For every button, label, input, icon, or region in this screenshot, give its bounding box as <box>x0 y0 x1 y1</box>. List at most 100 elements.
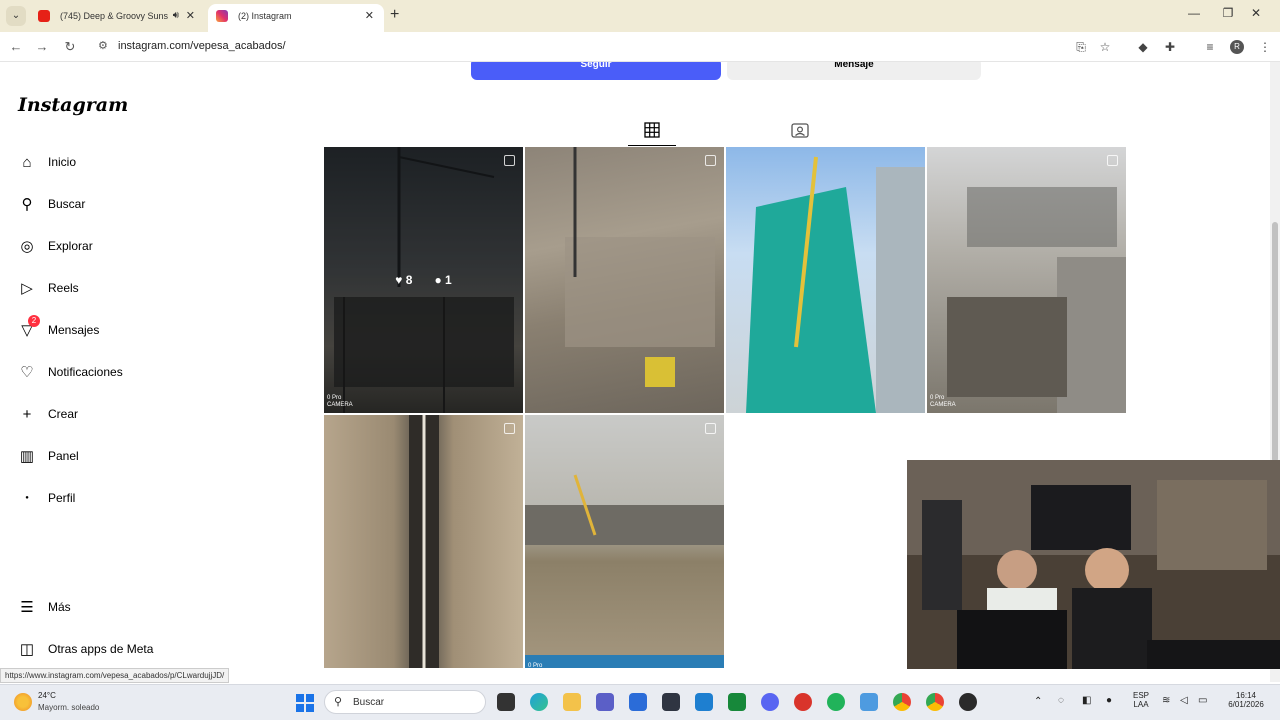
notepad-icon[interactable] <box>860 693 878 711</box>
obs-icon[interactable] <box>959 693 977 711</box>
microphone-icon[interactable]: ● <box>1106 695 1112 706</box>
rebar-photo <box>947 187 1126 413</box>
media-control-icon[interactable]: ≡ <box>1203 40 1217 54</box>
xbox-icon[interactable] <box>728 693 746 711</box>
webcam-scene <box>907 460 1280 669</box>
scrollbar-thumb[interactable] <box>1272 222 1278 462</box>
windows-taskbar: 24°C Mayorm. soleado ⚲ Buscar ⌃ ◌ ◧ ● ES… <box>0 684 1280 720</box>
sidebar-item-label: Otras apps de Meta <box>48 642 154 656</box>
profile-avatar[interactable]: R <box>1230 40 1244 54</box>
avatar-icon: ● <box>25 495 29 501</box>
chrome-profile-icon[interactable] <box>926 693 944 711</box>
plus-icon: + <box>22 405 32 423</box>
file-explorer-icon[interactable] <box>563 693 581 711</box>
sidebar-item-otras-apps[interactable]: ◫ Otras apps de Meta <box>18 637 153 661</box>
sidebar-item-panel[interactable]: ▥ Panel <box>18 444 79 468</box>
active-tab-underline <box>628 145 676 146</box>
sidebar-item-mas[interactable]: ☰ Más <box>18 595 70 619</box>
tray-icon[interactable]: ◌ <box>1058 695 1064 706</box>
extension-icon[interactable]: ◆ <box>1136 40 1150 54</box>
post-thumbnail[interactable] <box>525 147 724 413</box>
language-indicator[interactable]: ESP LAA <box>1128 691 1154 709</box>
wifi-icon[interactable]: ≋ <box>1162 695 1170 706</box>
new-tab-button[interactable]: + <box>390 6 399 24</box>
app-icon[interactable] <box>662 693 680 711</box>
sidebar-item-label: Notificaciones <box>48 365 123 379</box>
post-thumbnail[interactable] <box>726 147 925 413</box>
windows-start-icon[interactable] <box>296 694 314 712</box>
weather-sun-icon[interactable] <box>14 693 32 711</box>
site-info-icon[interactable]: ⚙ <box>98 39 108 52</box>
instagram-logo[interactable]: Instagram <box>18 94 128 116</box>
carousel-icon <box>1107 155 1118 166</box>
sidebar-item-mensajes[interactable]: ▽ 2 Mensajes <box>18 315 99 342</box>
task-view-icon[interactable] <box>497 693 515 711</box>
message-button[interactable]: Mensaje <box>727 62 981 80</box>
weather-temperature[interactable]: 24°C <box>38 691 56 700</box>
sidebar-item-label: Reels <box>48 281 79 295</box>
tab-youtube[interactable]: (745) Deep & Groovy Suns 🔊︎ ✕ <box>30 4 205 32</box>
sidebar-item-reels[interactable]: ▷ Reels <box>18 276 79 300</box>
post-thumbnail[interactable]: 0 ProCAMERA <box>927 147 1126 413</box>
grid-icon <box>644 122 660 138</box>
sidebar-item-notificaciones[interactable]: ♡ Notificaciones <box>18 360 123 384</box>
tab-posts[interactable] <box>628 118 676 146</box>
post-thumbnail[interactable] <box>324 415 523 668</box>
menu-icon: ☰ <box>20 599 34 616</box>
link-status-bar: https://www.instagram.com/vepesa_acabado… <box>0 668 230 683</box>
forward-icon[interactable]: → <box>34 39 50 54</box>
home-icon: ⌂ <box>22 153 32 171</box>
battery-icon[interactable]: ▭ <box>1198 695 1207 706</box>
weather-description[interactable]: Mayorm. soleado <box>38 703 99 712</box>
carousel-icon <box>504 155 515 166</box>
store-icon[interactable] <box>629 693 647 711</box>
minimize-icon[interactable]: — <box>1184 6 1204 20</box>
trench-photo <box>409 415 439 668</box>
taskbar-search[interactable]: ⚲ Buscar <box>324 690 486 714</box>
address-bar[interactable]: ⚙ instagram.com/vepesa_acabados/ <box>90 35 1120 59</box>
comments-count: ● 1 <box>434 273 452 287</box>
instagram-favicon-icon <box>216 10 228 22</box>
back-icon[interactable]: ← <box>8 39 24 54</box>
search-icon: ⚲ <box>334 696 343 708</box>
tray-chevron-icon[interactable]: ⌃ <box>1034 696 1042 707</box>
app-green-icon[interactable] <box>827 693 845 711</box>
tab-search-button[interactable]: ⌄ <box>6 6 26 26</box>
close-tab-icon[interactable]: ✕ <box>186 4 195 28</box>
notification-badge: 2 <box>28 315 40 327</box>
post-thumbnail[interactable]: ♥ 8 ● 1 0 Pro CAMERA <box>324 147 523 413</box>
post-thumbnail[interactable]: 0 ProCAMERA <box>525 415 724 668</box>
tagged-tab-icon[interactable] <box>791 122 809 138</box>
tab-instagram[interactable]: (2) Instagram ✕ <box>208 4 384 32</box>
url-text[interactable]: instagram.com/vepesa_acabados/ <box>118 40 286 52</box>
follow-button[interactable]: Seguir <box>471 62 721 80</box>
teams-icon[interactable] <box>596 693 614 711</box>
sidebar-item-inicio[interactable]: ⌂ Inicio <box>18 150 76 174</box>
maximize-icon[interactable]: ❐ <box>1218 6 1238 20</box>
sidebar-item-label: Explorar <box>48 239 93 253</box>
extensions-puzzle-icon[interactable]: ✚ <box>1163 40 1177 54</box>
taskbar-search-placeholder: Buscar <box>353 697 385 708</box>
app-red-icon[interactable] <box>794 693 812 711</box>
sidebar-item-buscar[interactable]: ⚲ Buscar <box>18 192 86 216</box>
sidebar-item-label: Crear <box>48 407 79 421</box>
sidebar-item-perfil[interactable]: ● Perfil <box>18 486 75 510</box>
sidebar-item-explorar[interactable]: ◎ Explorar <box>18 234 93 258</box>
clock[interactable]: 16:14 6/01/2026 <box>1220 691 1272 709</box>
volume-icon[interactable]: ◁ <box>1180 695 1188 706</box>
reload-icon[interactable]: ↻ <box>62 39 78 55</box>
close-window-icon[interactable]: ✕ <box>1246 6 1266 20</box>
webcam-overlay <box>907 460 1280 669</box>
sidebar-item-crear[interactable]: + Crear <box>18 402 78 426</box>
menu-dots-icon[interactable]: ⋮ <box>1258 40 1272 54</box>
edge-icon[interactable] <box>530 693 548 711</box>
vscode-icon[interactable] <box>695 693 713 711</box>
install-app-icon[interactable]: ⎘ <box>1074 40 1088 54</box>
close-tab-icon[interactable]: ✕ <box>365 4 374 28</box>
tray-icon[interactable]: ◧ <box>1082 695 1091 706</box>
reels-icon: ▷ <box>21 280 33 297</box>
chrome-icon[interactable] <box>893 693 911 711</box>
discord-icon[interactable] <box>761 693 779 711</box>
bookmark-star-icon[interactable]: ☆ <box>1098 40 1112 54</box>
speaker-icon[interactable]: 🔊︎ <box>173 4 179 28</box>
